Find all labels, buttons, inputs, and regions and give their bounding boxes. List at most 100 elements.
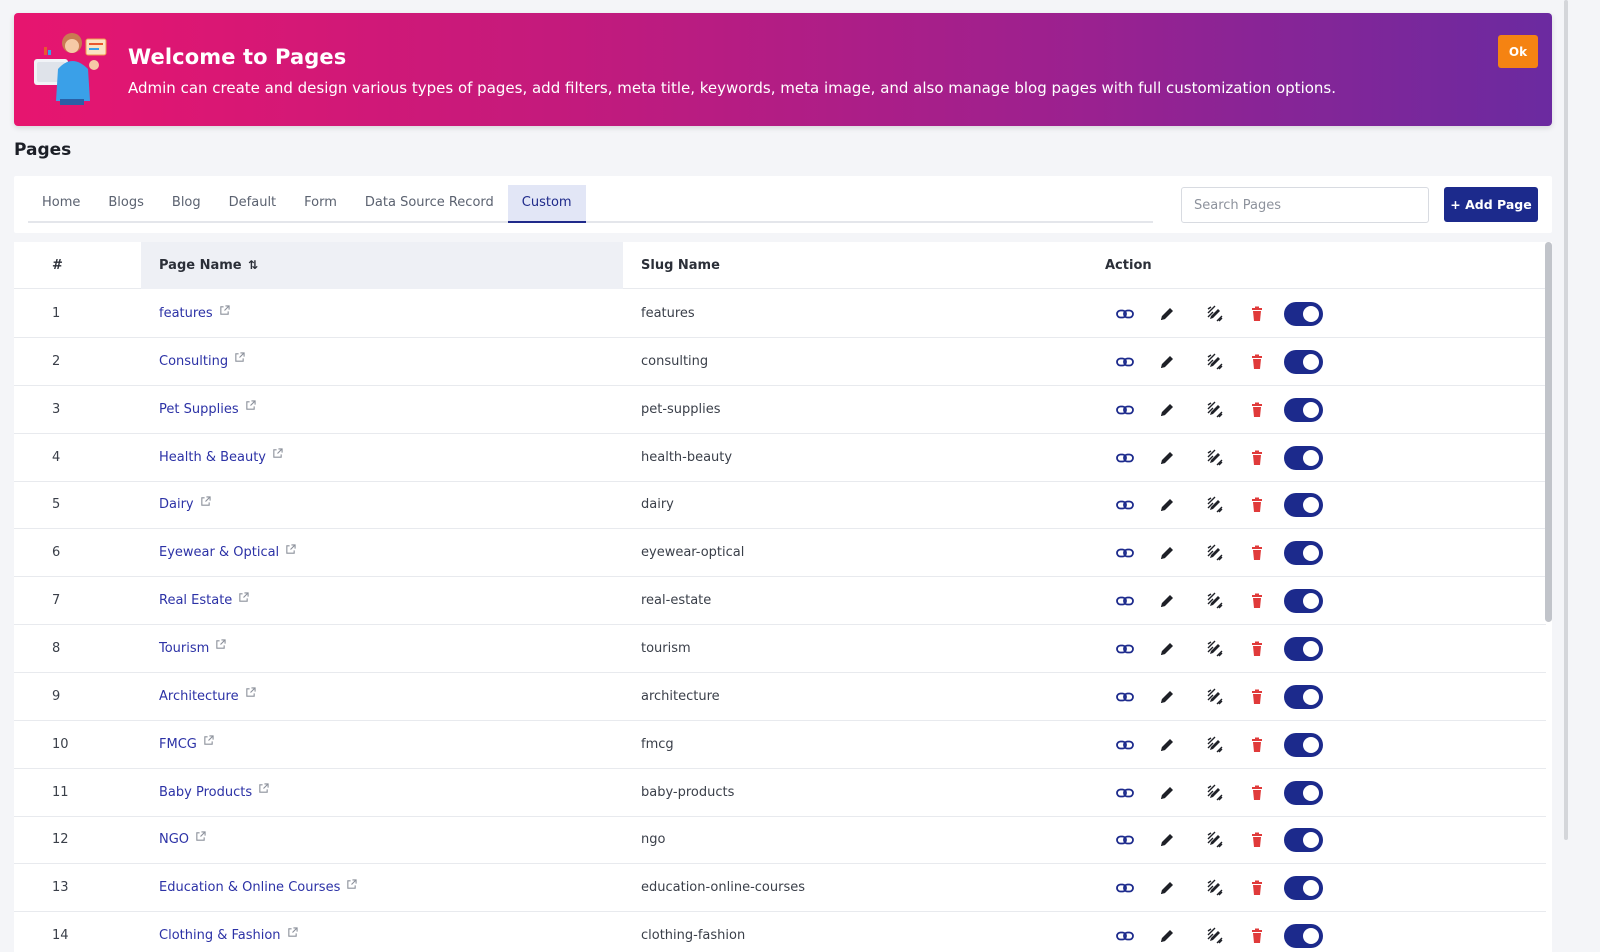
pencil-icon[interactable] <box>1157 878 1177 898</box>
status-toggle[interactable] <box>1284 684 1323 709</box>
page-name-link[interactable]: Pet Supplies <box>159 402 239 417</box>
page-name-link[interactable]: FMCG <box>159 737 197 752</box>
external-link-icon[interactable] <box>215 623 226 670</box>
design-edit-icon[interactable] <box>1205 735 1225 755</box>
pencil-icon[interactable] <box>1157 448 1177 468</box>
link-icon[interactable] <box>1115 543 1135 563</box>
status-toggle[interactable] <box>1284 349 1323 374</box>
page-name-link[interactable]: Eyewear & Optical <box>159 545 279 560</box>
page-name-link[interactable]: Baby Products <box>159 785 252 800</box>
sort-icon[interactable]: ⇅ <box>248 258 258 272</box>
search-input[interactable] <box>1181 187 1429 223</box>
status-toggle[interactable] <box>1284 924 1323 949</box>
pencil-icon[interactable] <box>1157 352 1177 372</box>
pencil-icon[interactable] <box>1157 687 1177 707</box>
tab-custom[interactable]: Custom <box>507 185 586 223</box>
pencil-icon[interactable] <box>1157 783 1177 803</box>
page-name-link[interactable]: Dairy <box>159 497 194 512</box>
pencil-icon[interactable] <box>1157 543 1177 563</box>
page-name-link[interactable]: Real Estate <box>159 593 232 608</box>
design-edit-icon[interactable] <box>1205 878 1225 898</box>
trash-icon[interactable] <box>1247 352 1267 372</box>
tab-blogs[interactable]: Blogs <box>94 185 158 223</box>
external-link-icon[interactable] <box>245 384 256 431</box>
tab-default[interactable]: Default <box>215 185 291 223</box>
design-edit-icon[interactable] <box>1205 448 1225 468</box>
design-edit-icon[interactable] <box>1205 926 1225 946</box>
design-edit-icon[interactable] <box>1205 687 1225 707</box>
status-toggle[interactable] <box>1284 493 1323 518</box>
external-link-icon[interactable] <box>272 432 283 479</box>
ok-button[interactable]: Ok <box>1498 35 1538 68</box>
table-scrollbar[interactable] <box>1545 242 1552 622</box>
trash-icon[interactable] <box>1247 543 1267 563</box>
trash-icon[interactable] <box>1247 400 1267 420</box>
pencil-icon[interactable] <box>1157 495 1177 515</box>
pencil-icon[interactable] <box>1157 639 1177 659</box>
design-edit-icon[interactable] <box>1205 830 1225 850</box>
trash-icon[interactable] <box>1247 495 1267 515</box>
external-link-icon[interactable] <box>258 767 269 814</box>
status-toggle[interactable] <box>1284 876 1323 901</box>
link-icon[interactable] <box>1115 591 1135 611</box>
design-edit-icon[interactable] <box>1205 543 1225 563</box>
trash-icon[interactable] <box>1247 591 1267 611</box>
pencil-icon[interactable] <box>1157 830 1177 850</box>
trash-icon[interactable] <box>1247 639 1267 659</box>
page-name-link[interactable]: features <box>159 306 213 321</box>
pencil-icon[interactable] <box>1157 400 1177 420</box>
external-link-icon[interactable] <box>238 576 249 623</box>
status-toggle[interactable] <box>1284 828 1323 853</box>
pencil-icon[interactable] <box>1157 304 1177 324</box>
status-toggle[interactable] <box>1284 397 1323 422</box>
link-icon[interactable] <box>1115 400 1135 420</box>
design-edit-icon[interactable] <box>1205 639 1225 659</box>
design-edit-icon[interactable] <box>1205 495 1225 515</box>
link-icon[interactable] <box>1115 352 1135 372</box>
trash-icon[interactable] <box>1247 830 1267 850</box>
design-edit-icon[interactable] <box>1205 591 1225 611</box>
status-toggle[interactable] <box>1284 780 1323 805</box>
status-toggle[interactable] <box>1284 589 1323 614</box>
trash-icon[interactable] <box>1247 783 1267 803</box>
page-scrollbar[interactable] <box>1564 0 1568 840</box>
add-page-button[interactable]: + Add Page <box>1444 187 1538 222</box>
external-link-icon[interactable] <box>200 480 211 527</box>
trash-icon[interactable] <box>1247 448 1267 468</box>
page-name-link[interactable]: NGO <box>159 832 189 847</box>
link-icon[interactable] <box>1115 830 1135 850</box>
tab-form[interactable]: Form <box>290 185 351 223</box>
pencil-icon[interactable] <box>1157 735 1177 755</box>
trash-icon[interactable] <box>1247 926 1267 946</box>
status-toggle[interactable] <box>1284 636 1323 661</box>
tab-home[interactable]: Home <box>28 185 94 223</box>
pencil-icon[interactable] <box>1157 926 1177 946</box>
status-toggle[interactable] <box>1284 445 1323 470</box>
link-icon[interactable] <box>1115 495 1135 515</box>
page-name-link[interactable]: Clothing & Fashion <box>159 928 281 943</box>
trash-icon[interactable] <box>1247 735 1267 755</box>
tab-data-source-record[interactable]: Data Source Record <box>351 185 508 223</box>
trash-icon[interactable] <box>1247 687 1267 707</box>
column-header-page-name[interactable]: Page Name ⇅ <box>141 242 623 289</box>
link-icon[interactable] <box>1115 639 1135 659</box>
external-link-icon[interactable] <box>346 863 357 910</box>
external-link-icon[interactable] <box>245 671 256 718</box>
external-link-icon[interactable] <box>234 336 245 383</box>
trash-icon[interactable] <box>1247 878 1267 898</box>
link-icon[interactable] <box>1115 735 1135 755</box>
design-edit-icon[interactable] <box>1205 352 1225 372</box>
design-edit-icon[interactable] <box>1205 783 1225 803</box>
external-link-icon[interactable] <box>203 719 214 766</box>
external-link-icon[interactable] <box>287 911 298 952</box>
status-toggle[interactable] <box>1284 541 1323 566</box>
page-name-link[interactable]: Tourism <box>159 641 209 656</box>
external-link-icon[interactable] <box>195 815 206 862</box>
link-icon[interactable] <box>1115 783 1135 803</box>
external-link-icon[interactable] <box>285 528 296 575</box>
design-edit-icon[interactable] <box>1205 400 1225 420</box>
design-edit-icon[interactable] <box>1205 304 1225 324</box>
page-name-link[interactable]: Health & Beauty <box>159 450 266 465</box>
trash-icon[interactable] <box>1247 304 1267 324</box>
status-toggle[interactable] <box>1284 732 1323 757</box>
